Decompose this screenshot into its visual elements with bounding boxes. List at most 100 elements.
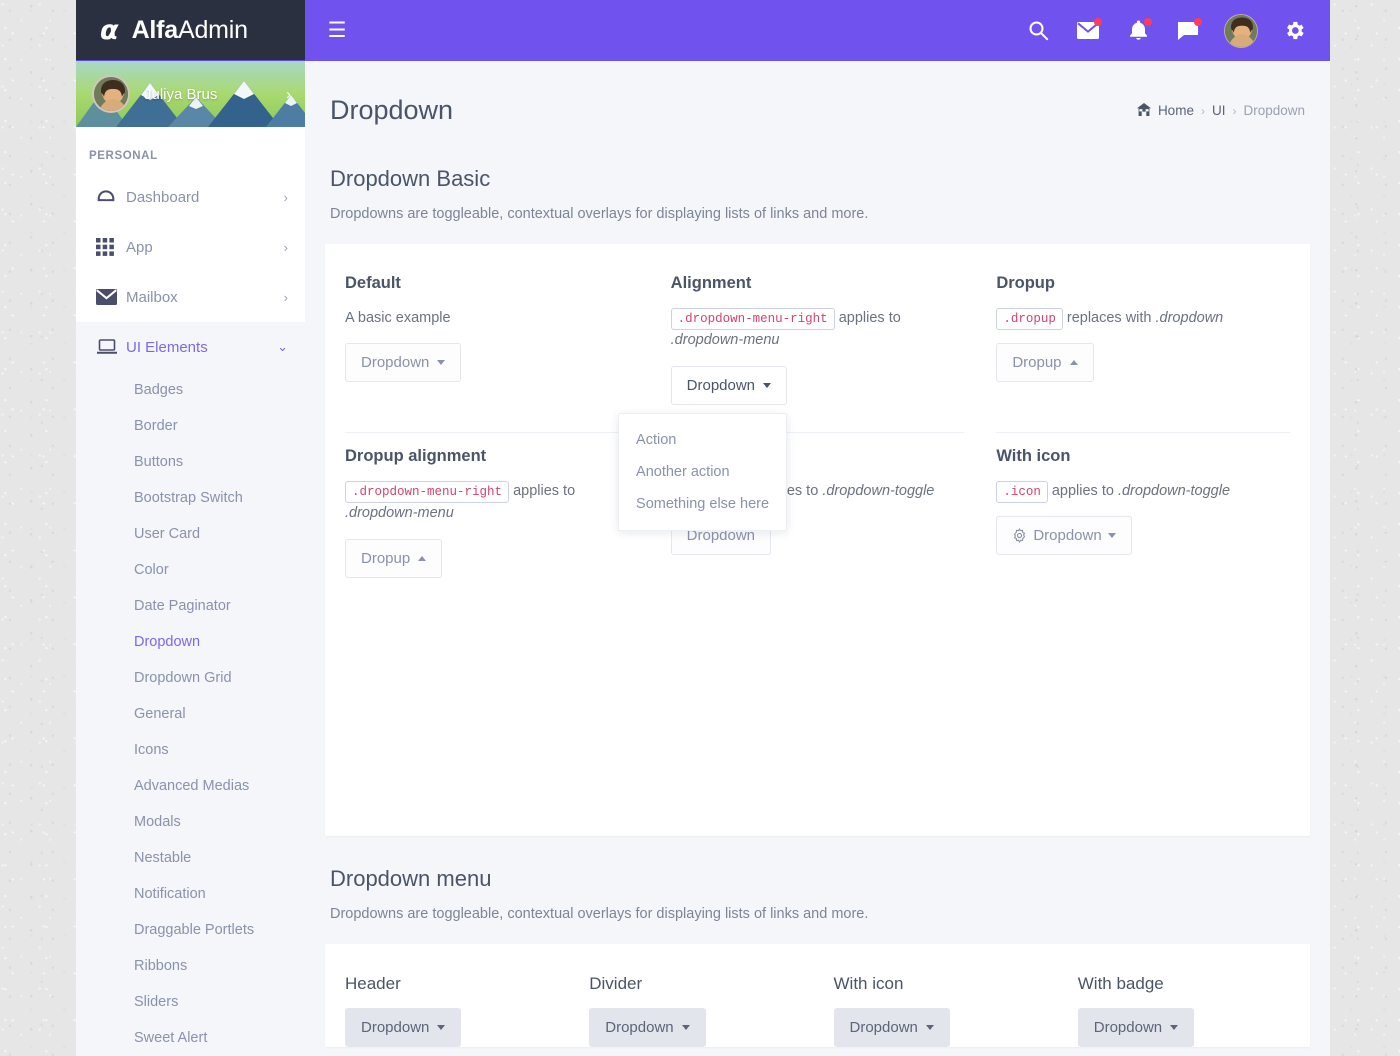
chevron-down-icon: ⌄: [277, 339, 288, 354]
example-description: .dropup replaces with .dropdown: [996, 307, 1290, 330]
sidebar-subitem-date-paginator[interactable]: Date Paginator: [76, 588, 305, 624]
sidebar-subitem-modals[interactable]: Modals: [76, 804, 305, 840]
example-title: Dropup alignment: [345, 446, 487, 465]
sidebar-subitem-user-card[interactable]: User Card: [76, 516, 305, 552]
button-label: Dropdown: [361, 1019, 430, 1036]
sidebar-subitem-border[interactable]: Border: [76, 408, 305, 444]
example-title: Dropup: [996, 274, 1055, 292]
sidebar-subitem-notification[interactable]: Notification: [76, 876, 305, 912]
dropdown-toggle-with-icon[interactable]: Dropdown: [996, 516, 1132, 556]
mail-icon[interactable]: [1074, 17, 1102, 45]
sidebar-subitem-sweet-alert[interactable]: Sweet Alert: [76, 1020, 305, 1056]
description-text: applies to: [513, 482, 576, 499]
dropdown-menu: Action Another action Something else her…: [618, 412, 788, 531]
example-dropup-alignment: Dropup alignment .dropdown-menu-right ap…: [329, 433, 655, 578]
notification-badge: [1144, 17, 1152, 26]
sidebar-subitem-advanced-medias[interactable]: Advanced Medias: [76, 768, 305, 804]
button-label: Dropup: [1012, 354, 1062, 372]
chevron-right-icon[interactable]: ›: [286, 86, 291, 103]
notification-badge: [1194, 17, 1202, 26]
avatar: [92, 75, 130, 113]
example-title: Alignment: [670, 274, 752, 292]
menu-row: Header Dropdown Divider Dropdown With ic…: [325, 944, 1310, 1047]
example-with-icon: With icon .icon applies to .dropdown-tog…: [980, 433, 1306, 578]
section-heading-menu: Dropdown menu: [330, 866, 492, 891]
sidebar-item-ui-elements[interactable]: UI Elements ⌄: [76, 322, 305, 372]
sidebar-subitem-sliders[interactable]: Sliders: [76, 984, 305, 1020]
description-text: applies to: [838, 310, 901, 326]
example-title: Header: [345, 974, 401, 993]
caret-down-icon: [1107, 533, 1116, 539]
caret-down-icon: [681, 1025, 690, 1030]
section-heading-basic: Dropdown Basic: [330, 166, 491, 191]
caret-down-icon: [437, 1025, 446, 1030]
avatar[interactable]: [1224, 13, 1258, 48]
sidebar-subitem-dropdown[interactable]: Dropdown: [76, 624, 305, 660]
breadcrumb-home[interactable]: Home: [1158, 103, 1194, 118]
dropdown-toggle-with-badge[interactable]: Dropdown: [1077, 1008, 1195, 1047]
sidebar-subitem-badges[interactable]: Badges: [76, 372, 305, 408]
chevron-right-icon: ›: [283, 189, 288, 205]
sidebar-item-mailbox[interactable]: Mailbox ›: [76, 272, 305, 322]
dropdown-menu-item-another-action[interactable]: Another action: [619, 456, 786, 488]
search-icon[interactable]: [1024, 17, 1052, 45]
dropup-alignment-toggle[interactable]: Dropup: [345, 538, 443, 578]
sidebar-subitem-draggable-portlets[interactable]: Draggable Portlets: [76, 912, 305, 948]
button-label: Dropup: [361, 549, 411, 567]
description-emphasis: .dropdown-menu: [670, 332, 780, 349]
chevron-right-icon: ›: [283, 239, 288, 255]
page-content: Dropdown Home › UI › Dropdown Dropdown B…: [305, 61, 1330, 1056]
sidebar-subitem-nestable[interactable]: Nestable: [76, 840, 305, 876]
sidebar-item-label: UI Elements: [126, 338, 208, 356]
app-window: α AlfaAdmin Juliya Brus › PERSONAL Dashb…: [76, 0, 1330, 1056]
example-title: Default: [345, 274, 401, 292]
dropup-toggle[interactable]: Dropup: [996, 343, 1094, 383]
button-label: Dropdown: [605, 1019, 674, 1036]
section-subheading-menu: Dropdowns are toggleable, contextual ove…: [330, 906, 869, 922]
dropdown-toggle-header[interactable]: Dropdown: [345, 1008, 462, 1047]
breadcrumb-ui[interactable]: UI: [1212, 103, 1226, 118]
brand-name-light: Admin: [178, 15, 248, 44]
sidebar-subitem-color[interactable]: Color: [76, 552, 305, 588]
basic-row-1: Default A basic example Dropdown Alignme…: [325, 244, 1310, 531]
sidebar-item-app[interactable]: App ›: [76, 222, 305, 272]
example-description: .icon applies to .dropdown-toggle: [996, 480, 1290, 503]
example-with-badge: With badge Dropdown: [1062, 944, 1306, 1047]
dropdown-toggle-divider[interactable]: Dropdown: [589, 1008, 706, 1047]
dropdown-menu-item-action[interactable]: Action: [619, 424, 786, 456]
sidebar-profile[interactable]: Juliya Brus ›: [76, 61, 305, 127]
laptop-icon: [96, 339, 126, 355]
hamburger-icon[interactable]: ☰: [323, 20, 351, 41]
brand-title: AlfaAdmin: [132, 15, 249, 45]
button-label: Dropdown: [1093, 1019, 1163, 1036]
caret-down-icon: [763, 382, 772, 388]
example-title: With badge: [1077, 974, 1164, 993]
breadcrumb-current: Dropdown: [1243, 103, 1305, 118]
sidebar-subitem-bootstrap-switch[interactable]: Bootstrap Switch: [76, 480, 305, 516]
sidebar-submenu: Badges Border Buttons Bootstrap Switch U…: [76, 372, 305, 1056]
dropdown-toggle-with-icon-menu[interactable]: Dropdown: [833, 1008, 950, 1047]
brand-header[interactable]: α AlfaAdmin: [76, 0, 305, 61]
page-header: Dropdown Home › UI › Dropdown: [325, 61, 1310, 148]
sidebar-subitem-ribbons[interactable]: Ribbons: [76, 948, 305, 984]
sidebar-subitem-general[interactable]: General: [76, 696, 305, 732]
topbar-actions: [1024, 13, 1308, 48]
example-alignment: Alignment .dropdown-menu-right applies t…: [618, 244, 981, 531]
sidebar-subitem-dropdown-grid[interactable]: Dropdown Grid: [76, 660, 305, 696]
example-default: Default A basic example Dropdown: [329, 244, 655, 405]
sidebar-item-label: Dashboard: [126, 188, 200, 206]
sidebar-subitem-icons[interactable]: Icons: [76, 732, 305, 768]
dropdown-menu-item-something-else[interactable]: Something else here: [619, 488, 786, 520]
section-subheading-basic: Dropdowns are toggleable, contextual ove…: [330, 206, 869, 222]
grid-icon: [96, 238, 126, 256]
dropdown-toggle-default[interactable]: Dropdown: [345, 343, 462, 383]
gear-icon[interactable]: [1280, 17, 1308, 45]
basic-row-2-content: Dropup alignment .dropdown-menu-right ap…: [325, 433, 1310, 578]
sidebar-item-dashboard[interactable]: Dashboard ›: [76, 172, 305, 222]
bell-icon[interactable]: [1124, 17, 1152, 45]
main-area: ☰ Dropdown Home › UI › Dropdown Dropdown…: [305, 0, 1330, 1056]
sidebar-subitem-buttons[interactable]: Buttons: [76, 444, 305, 480]
dropdown-toggle-alignment[interactable]: Dropdown: [670, 365, 788, 405]
chat-icon[interactable]: [1174, 17, 1202, 45]
description-text: applies to: [1051, 482, 1118, 499]
